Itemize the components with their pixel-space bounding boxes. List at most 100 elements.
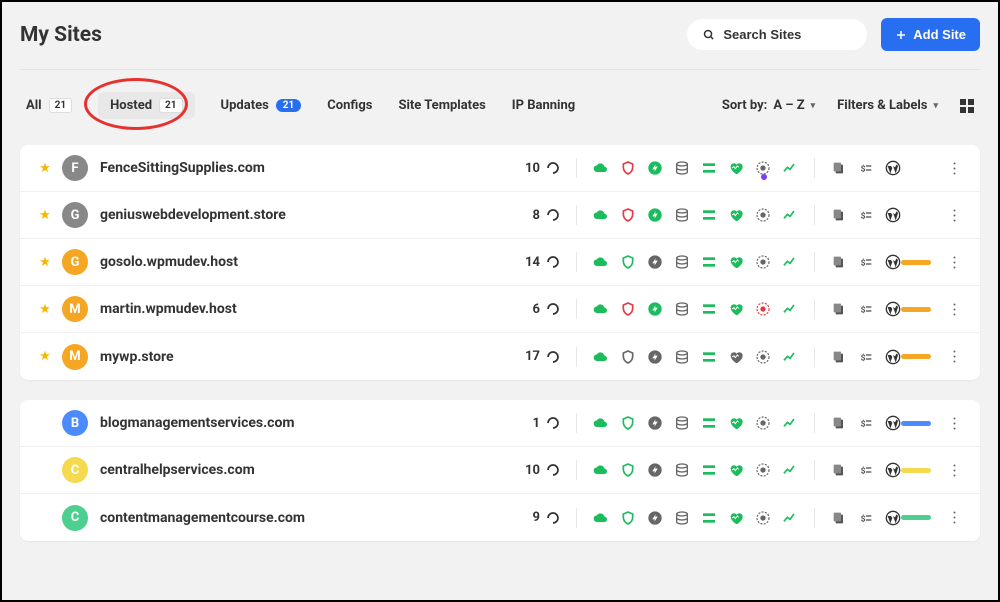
kebab-menu-icon[interactable]: ︙ <box>943 413 966 434</box>
shield-icon[interactable] <box>620 160 636 176</box>
bug-icon[interactable] <box>755 349 771 365</box>
favorite-star-icon[interactable]: ★ <box>34 302 56 317</box>
site-row[interactable]: ★Ggeniuswebdevelopment.store8$︙ <box>20 192 980 239</box>
bars-icon[interactable] <box>701 462 717 478</box>
shield-icon[interactable] <box>620 207 636 223</box>
wordpress-icon[interactable] <box>885 349 901 365</box>
shield-icon[interactable] <box>620 301 636 317</box>
favorite-star-icon[interactable]: ★ <box>34 208 56 223</box>
heartbeat-icon[interactable] <box>728 207 744 223</box>
site-row[interactable]: ★Ggosolo.wpmudev.host14$︙ <box>20 239 980 286</box>
chart-icon[interactable] <box>782 510 798 526</box>
copy-icon[interactable] <box>831 254 847 270</box>
bolt-icon[interactable] <box>647 415 663 431</box>
updates-count[interactable]: 9 <box>506 510 560 525</box>
favorite-star-icon[interactable]: ★ <box>34 349 56 364</box>
site-row[interactable]: ★Mmartin.wpmudev.host6$︙ <box>20 286 980 333</box>
shield-icon[interactable] <box>620 510 636 526</box>
chart-icon[interactable] <box>782 254 798 270</box>
database-icon[interactable] <box>674 160 690 176</box>
search-box[interactable] <box>687 19 867 50</box>
site-row[interactable]: ★FFenceSittingSupplies.com10$︙ <box>20 145 980 192</box>
search-input[interactable] <box>723 27 851 42</box>
cloud-icon[interactable] <box>593 462 609 478</box>
chart-icon[interactable] <box>782 207 798 223</box>
chart-icon[interactable] <box>782 415 798 431</box>
favorite-star-icon[interactable]: ★ <box>34 161 56 176</box>
site-name[interactable]: mywp.store <box>100 349 506 365</box>
site-name[interactable]: contentmanagementcourse.com <box>100 510 506 526</box>
bolt-icon[interactable] <box>647 160 663 176</box>
heartbeat-icon[interactable] <box>728 160 744 176</box>
database-icon[interactable] <box>674 415 690 431</box>
updates-count[interactable]: 1 <box>506 416 560 431</box>
site-name[interactable]: FenceSittingSupplies.com <box>100 160 506 176</box>
billing-icon[interactable]: $ <box>858 349 874 365</box>
kebab-menu-icon[interactable]: ︙ <box>943 252 966 273</box>
favorite-star-icon[interactable]: ★ <box>34 463 56 478</box>
bolt-icon[interactable] <box>647 207 663 223</box>
chart-icon[interactable] <box>782 349 798 365</box>
bars-icon[interactable] <box>701 510 717 526</box>
bug-icon[interactable] <box>755 254 771 270</box>
bolt-icon[interactable] <box>647 462 663 478</box>
favorite-star-icon[interactable]: ★ <box>34 255 56 270</box>
site-row[interactable]: ★Ccentralhelpservices.com10$︙ <box>20 447 980 494</box>
tab-ip-banning[interactable]: IP Banning <box>512 98 575 113</box>
copy-icon[interactable] <box>831 510 847 526</box>
copy-icon[interactable] <box>831 160 847 176</box>
billing-icon[interactable]: $ <box>858 301 874 317</box>
bug-icon[interactable] <box>755 301 771 317</box>
chart-icon[interactable] <box>782 160 798 176</box>
bug-icon[interactable] <box>755 207 771 223</box>
tab-site-templates[interactable]: Site Templates <box>398 98 485 113</box>
updates-count[interactable]: 6 <box>506 302 560 317</box>
heartbeat-icon[interactable] <box>728 254 744 270</box>
shield-icon[interactable] <box>620 415 636 431</box>
bolt-icon[interactable] <box>647 254 663 270</box>
wordpress-icon[interactable] <box>885 462 901 478</box>
site-name[interactable]: gosolo.wpmudev.host <box>100 254 506 270</box>
site-row[interactable]: ★Ccontentmanagementcourse.com9$︙ <box>20 494 980 541</box>
tab-all[interactable]: All 21 <box>26 98 72 113</box>
database-icon[interactable] <box>674 254 690 270</box>
bars-icon[interactable] <box>701 415 717 431</box>
database-icon[interactable] <box>674 462 690 478</box>
wordpress-icon[interactable] <box>885 254 901 270</box>
billing-icon[interactable]: $ <box>858 207 874 223</box>
updates-count[interactable]: 10 <box>506 161 560 176</box>
updates-count[interactable]: 8 <box>506 208 560 223</box>
chart-icon[interactable] <box>782 462 798 478</box>
grid-view-toggle[interactable] <box>960 99 974 113</box>
site-name[interactable]: geniuswebdevelopment.store <box>100 207 506 223</box>
bolt-icon[interactable] <box>647 510 663 526</box>
copy-icon[interactable] <box>831 207 847 223</box>
kebab-menu-icon[interactable]: ︙ <box>943 299 966 320</box>
tab-configs[interactable]: Configs <box>327 98 372 113</box>
tab-hosted[interactable]: Hosted 21 <box>98 92 194 119</box>
kebab-menu-icon[interactable]: ︙ <box>943 158 966 179</box>
cloud-icon[interactable] <box>593 349 609 365</box>
bars-icon[interactable] <box>701 301 717 317</box>
database-icon[interactable] <box>674 301 690 317</box>
filters-labels-dropdown[interactable]: Filters & Labels ▾ <box>837 98 938 113</box>
heartbeat-icon[interactable] <box>728 415 744 431</box>
wordpress-icon[interactable] <box>885 160 901 176</box>
wordpress-icon[interactable] <box>885 207 901 223</box>
heartbeat-icon[interactable] <box>728 301 744 317</box>
bug-icon[interactable] <box>755 160 771 176</box>
shield-icon[interactable] <box>620 254 636 270</box>
cloud-icon[interactable] <box>593 415 609 431</box>
copy-icon[interactable] <box>831 349 847 365</box>
wordpress-icon[interactable] <box>885 510 901 526</box>
bars-icon[interactable] <box>701 160 717 176</box>
database-icon[interactable] <box>674 510 690 526</box>
bolt-icon[interactable] <box>647 349 663 365</box>
kebab-menu-icon[interactable]: ︙ <box>943 507 966 528</box>
chart-icon[interactable] <box>782 301 798 317</box>
kebab-menu-icon[interactable]: ︙ <box>943 346 966 367</box>
billing-icon[interactable]: $ <box>858 415 874 431</box>
cloud-icon[interactable] <box>593 160 609 176</box>
site-name[interactable]: blogmanagementservices.com <box>100 415 506 431</box>
database-icon[interactable] <box>674 207 690 223</box>
